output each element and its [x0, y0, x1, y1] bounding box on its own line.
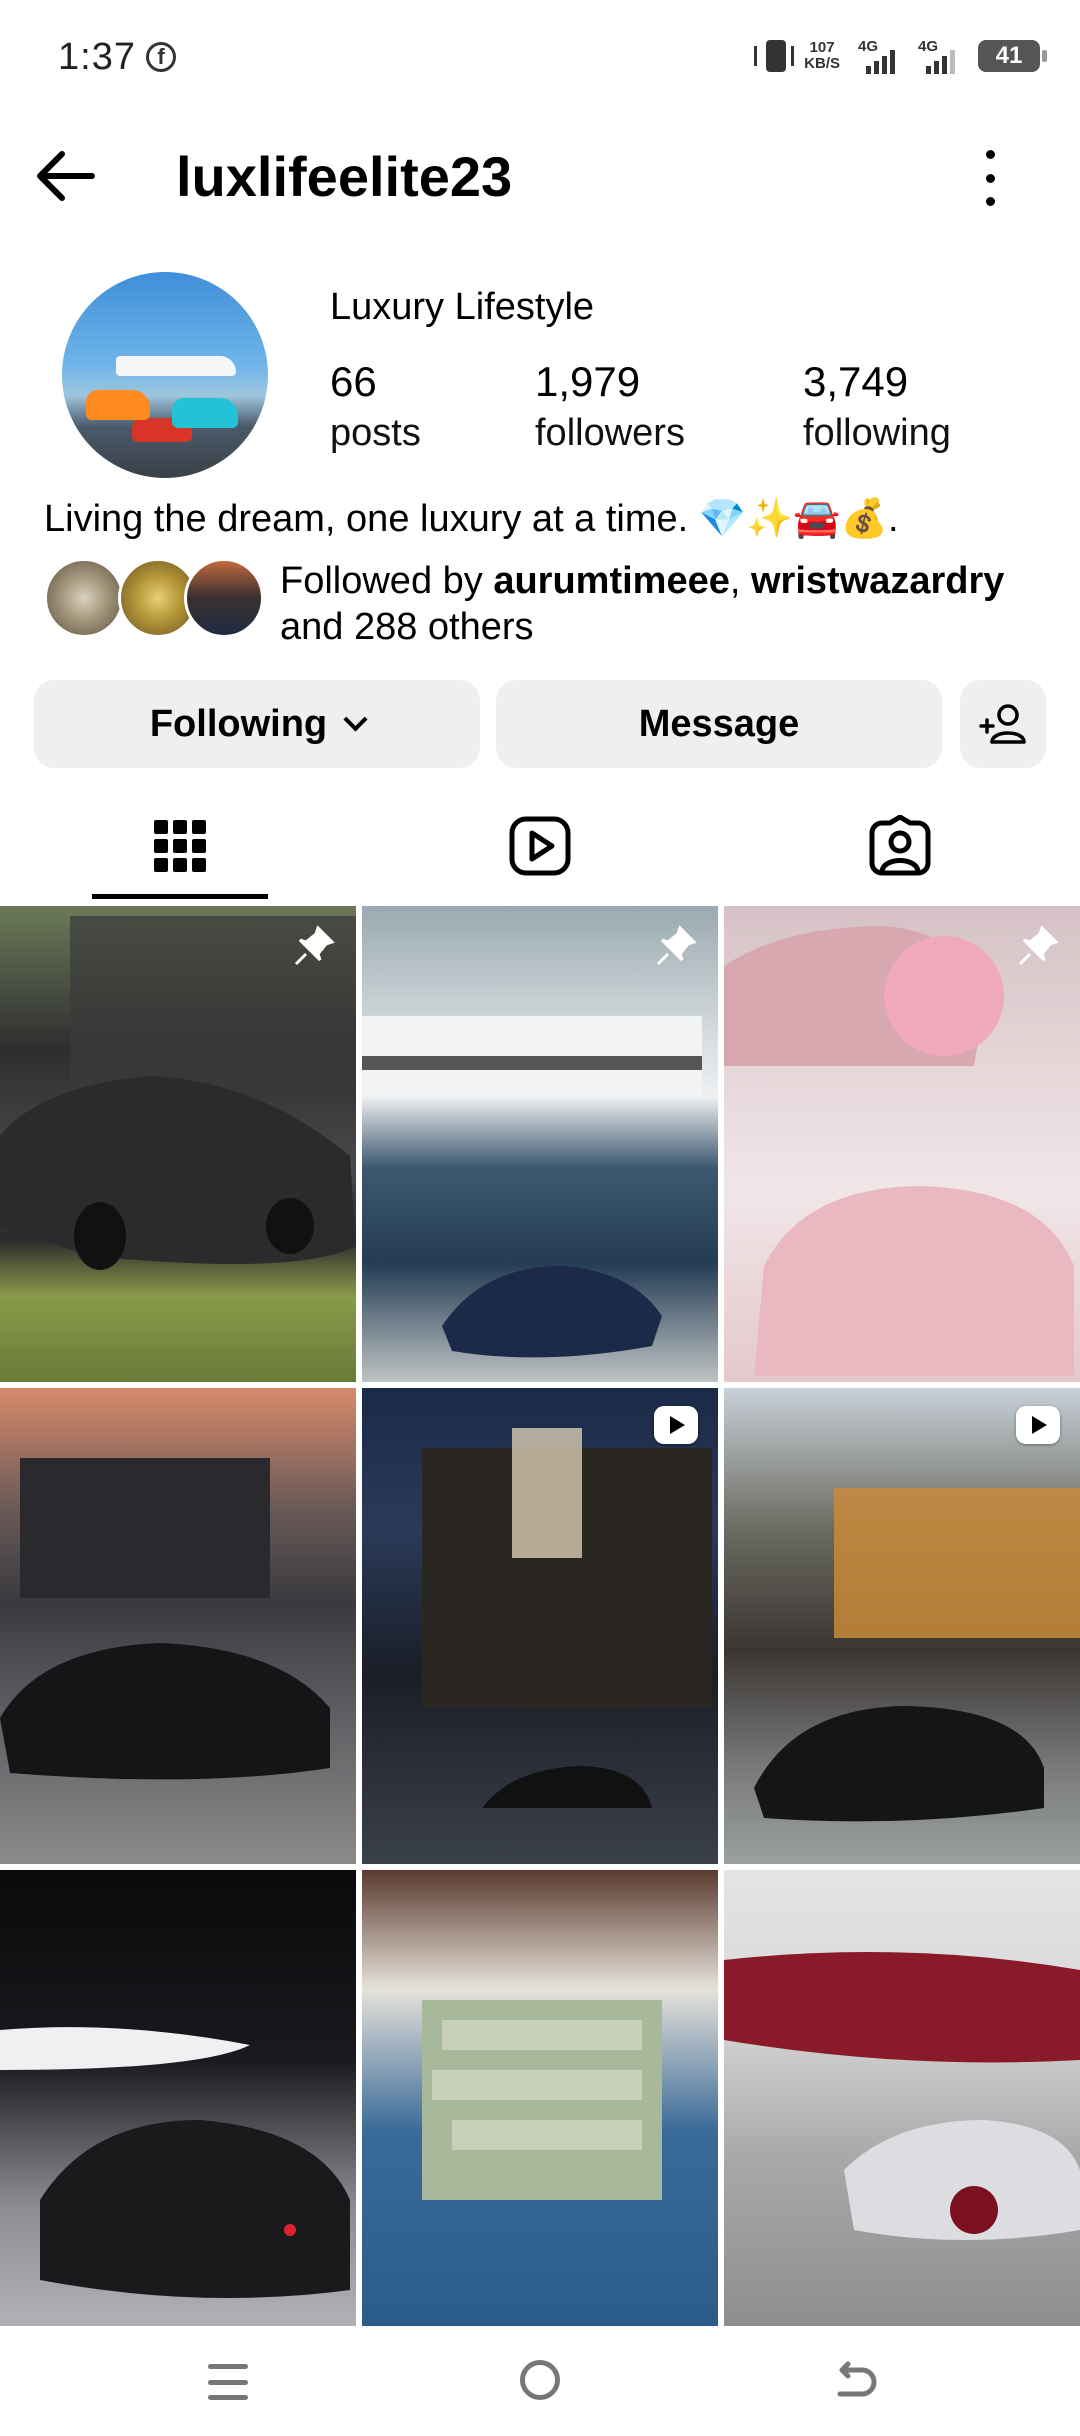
tagged-user-icon	[869, 815, 931, 876]
post-thumbnail[interactable]	[724, 1870, 1080, 2346]
battery-icon: 41	[978, 40, 1047, 72]
facebook-icon: f	[146, 42, 176, 72]
post-thumbnail[interactable]	[0, 1870, 356, 2346]
more-options-icon[interactable]	[970, 150, 1010, 206]
reel-icon	[654, 1406, 698, 1444]
posts-label: posts	[330, 412, 421, 454]
signal-sim1-icon: 4G	[858, 38, 900, 74]
message-button[interactable]: Message	[496, 680, 942, 768]
system-nav-bar	[0, 2326, 1080, 2436]
posts-stat[interactable]: 66 posts	[330, 358, 421, 455]
post-thumbnail[interactable]	[0, 1388, 356, 1864]
reel-icon	[1016, 1406, 1060, 1444]
mutual-followers-text: Followed by aurumtimeee, wristwazardry a…	[280, 558, 1060, 650]
followers-label: followers	[535, 412, 685, 454]
vibrate-icon	[754, 40, 795, 72]
followed-by-suffix: and 288 others	[280, 606, 534, 648]
posts-count: 66	[330, 358, 377, 405]
following-button-label: Following	[149, 702, 328, 745]
grid-icon	[154, 820, 206, 872]
profile-header: luxlifeelite23	[0, 130, 1080, 220]
post-thumbnail[interactable]	[362, 906, 718, 1382]
system-back-icon[interactable]	[828, 2360, 880, 2404]
following-stat[interactable]: 3,749 following	[803, 358, 951, 455]
profile-bio: Living the dream, one luxury at a time. …	[44, 498, 899, 540]
followers-stat[interactable]: 1,979 followers	[535, 358, 685, 455]
following-count: 3,749	[803, 358, 909, 405]
tab-tagged[interactable]	[720, 790, 1080, 902]
followers-count: 1,979	[535, 358, 641, 405]
profile-tabs	[0, 790, 1080, 902]
post-thumbnail[interactable]	[0, 906, 356, 1382]
reels-icon	[509, 816, 571, 876]
pin-icon	[656, 925, 697, 966]
page-title-username: luxlifeelite23	[176, 145, 513, 208]
status-bar: 1:37 f 107 KB/S 4G 4G 41	[0, 0, 1080, 110]
network-speed: 107 KB/S	[804, 40, 840, 72]
tab-posts-grid[interactable]	[0, 790, 360, 902]
message-button-label: Message	[638, 702, 800, 745]
followed-by-prefix: Followed by	[280, 560, 494, 602]
status-icons: 107 KB/S 4G 4G 41	[754, 36, 1047, 76]
signal-sim2-icon: 4G	[918, 38, 960, 74]
post-thumbnail[interactable]	[362, 1870, 718, 2346]
post-thumbnail[interactable]	[724, 906, 1080, 1382]
profile-display-name: Luxury Lifestyle	[330, 286, 595, 328]
add-person-icon	[979, 704, 1026, 744]
pin-icon	[294, 925, 335, 966]
post-thumbnail[interactable]	[724, 1388, 1080, 1864]
followed-by-separator: ,	[729, 560, 751, 602]
home-circle-icon[interactable]	[520, 2360, 560, 2400]
post-thumbnail[interactable]	[362, 1388, 718, 1864]
network-speed-unit: KB/S	[804, 55, 840, 72]
mutual-username-1[interactable]: aurumtimeee	[493, 560, 730, 602]
network-speed-value: 107	[809, 39, 835, 56]
suggest-users-button[interactable]	[960, 680, 1046, 768]
following-button[interactable]: Following	[34, 680, 480, 768]
back-arrow-icon[interactable]	[32, 148, 102, 204]
mutual-avatar-3	[184, 558, 264, 638]
avatar[interactable]	[62, 272, 268, 478]
menu-icon[interactable]	[208, 2364, 248, 2400]
chevron-down-icon	[343, 706, 368, 732]
mutual-followers[interactable]: Followed by aurumtimeee, wristwazardry a…	[44, 558, 1044, 648]
tab-reels[interactable]	[360, 790, 720, 902]
pin-icon	[1018, 925, 1059, 966]
active-tab-indicator	[92, 894, 268, 899]
mutual-username-2[interactable]: wristwazardry	[751, 560, 1004, 602]
status-time: 1:37	[58, 36, 136, 78]
following-label: following	[803, 412, 951, 454]
mutual-avatar-1	[44, 558, 124, 638]
